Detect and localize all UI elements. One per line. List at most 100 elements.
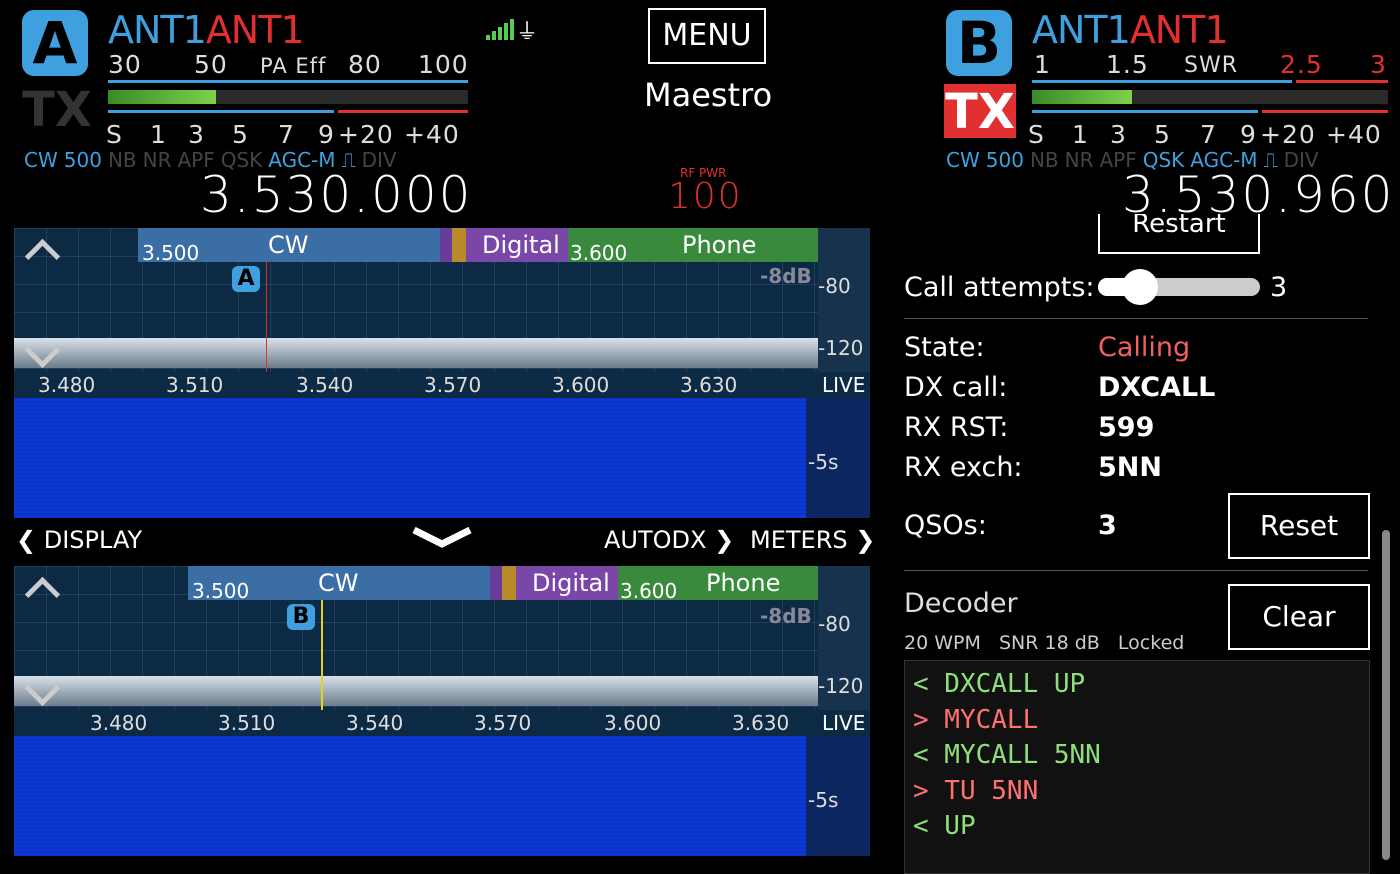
vfo-a-tune-line [266,262,267,372]
vfo-a-rx-antenna[interactable]: ANT1 [108,8,207,52]
meters-label: METERS [750,526,848,554]
panadapter-b[interactable]: 3.500 CW Digital 3.600 Phone -8dB -80 -1… [14,566,870,710]
pan-scale-label: -120 [818,674,864,698]
state-value: Calling [1098,332,1191,363]
meter-label: 9 [318,120,335,149]
band-segment-cw: 3.500 CW [138,228,440,265]
status-indicator[interactable]: NR [143,148,172,172]
meter-label: 50 [194,50,228,79]
status-indicator[interactable]: CW [24,148,58,172]
vfo-b-marker[interactable]: B [287,604,315,630]
vfo-b-meter-bottom-line [1032,110,1258,113]
autodx-nav-button[interactable]: AUTODX ❯ [604,526,734,554]
right-panel-scrollbar[interactable] [1382,530,1390,860]
freq-tick-label: 3.600 [552,373,610,397]
waterfall-a-scale: -5s [806,398,870,518]
clear-button[interactable]: Clear [1228,584,1370,650]
rx-rst-label: RX RST: [904,412,1009,443]
qsos-label: QSOs: [904,510,987,541]
decoder-rx-line: < DXCALL UP [913,669,1086,699]
waterfall-time-label: -5s [808,788,839,812]
decoder-stats: 20 WPM SNR 18 dB Locked [904,632,1185,654]
chevron-left-icon: ❮ [16,526,37,554]
freq-tick-label: 3.540 [346,711,404,735]
app-title: Maestro [644,76,773,114]
freq-tick-label: 3.540 [296,373,354,397]
freq-tick-label: 3.570 [474,711,532,735]
meter-label: +40 [1326,120,1382,149]
vfo-b-badge[interactable]: B [946,10,1012,76]
collapse-chevron-down-icon[interactable] [410,520,474,550]
panadapter-a[interactable]: 3.500 CW Digital 3.600 Phone -8dB -80 -1… [14,228,870,372]
meter-label: 30 [108,50,142,79]
divider [904,318,1368,319]
slider-thumb[interactable] [1122,269,1158,305]
pan-gain-label[interactable]: -8dB [760,604,812,628]
band-segment-phone: 3.600 Phone [618,566,818,603]
vfo-b-tx-antenna[interactable]: ANT1 [1130,8,1229,52]
band-phone-label: Phone [706,569,781,597]
vfo-b-meter-bottom-scale: S 1 3 5 7 9 +20 +40 [1028,120,1396,150]
waterfall-b[interactable] [14,736,806,856]
meter-label: +20 [1260,120,1316,149]
meter-label: 1 [1034,50,1051,79]
rx-exch-label: RX exch: [904,452,1023,483]
band-start-label: 3.600 [620,579,678,603]
vfo-a-meter-top-scale: 30 50 PA Eff 80 100 [108,50,468,80]
meter-label: 1.5 [1106,50,1149,79]
waterfall-a[interactable] [14,398,806,518]
freq-tick-label: 3.630 [680,373,738,397]
restart-button[interactable]: Restart [1098,214,1260,254]
vfo-a-marker[interactable]: A [232,266,260,292]
band-segment-digital: Digital [516,566,618,600]
chevron-right-icon: ❯ [855,526,876,554]
freq-tick-label: 3.480 [90,711,148,735]
band-start-label: 3.500 [192,579,250,603]
noise-floor [14,338,818,368]
live-label[interactable]: LIVE [822,373,865,397]
band-segment-beacon [502,566,516,600]
meters-nav-button[interactable]: METERS ❯ [750,526,875,554]
freq-tick-label: 3.510 [166,373,224,397]
meter-label: 2.5 [1280,50,1323,79]
freq-tick-label: 3.600 [604,711,662,735]
vfo-b-antenna[interactable]: ANT1ANT1 [1032,8,1229,52]
status-indicator[interactable]: NB [1030,148,1059,172]
live-label[interactable]: LIVE [822,711,865,735]
rf-power-value[interactable]: 100 [668,176,743,217]
status-indicator[interactable]: NB [108,148,137,172]
band-start-label: 3.600 [570,241,628,265]
meter-label: 80 [348,50,382,79]
rx-exch-value: 5NN [1098,452,1162,483]
band-cw-label: CW [318,569,359,597]
vfo-b-tx-indicator: TX [944,84,1016,140]
status-indicator[interactable]: 500 [986,148,1024,172]
meter-label: 9 [1240,120,1257,149]
call-attempts-slider[interactable] [1098,269,1260,305]
meter-label: 5 [1154,120,1171,149]
status-indicator[interactable]: CW [946,148,980,172]
autodx-label: AUTODX [604,526,707,554]
band-segment-gap [440,228,452,262]
signal-strength-icon [486,18,516,40]
vfo-a-tx-antenna[interactable]: ANT1 [206,8,305,52]
reset-button[interactable]: Reset [1228,493,1370,559]
chevron-right-icon: ❯ [714,526,735,554]
pan-gain-label[interactable]: -8dB [760,264,812,288]
meter-label: 3 [188,120,205,149]
meter-label: S [1028,120,1045,149]
vfo-a-frequency[interactable]: 3.530.000 [200,166,472,224]
decoder-log[interactable]: < DXCALL UP > MYCALL < MYCALL 5NN > TU 5NN <… [904,660,1370,874]
vfo-a-meter-bottom-line [108,110,334,113]
vfo-a-antenna[interactable]: ANT1ANT1 [108,8,305,52]
vfo-a-badge[interactable]: A [22,10,88,76]
freq-tick-label: 3.630 [732,711,790,735]
vfo-b-rx-antenna[interactable]: ANT1 [1032,8,1131,52]
display-nav-button[interactable]: ❮ DISPLAY [16,526,142,554]
status-indicator[interactable]: NR [1065,148,1094,172]
menu-button[interactable]: MENU [648,8,766,64]
status-indicator[interactable]: 500 [64,148,102,172]
state-label: State: [904,332,985,363]
vfo-a-tx-indicator: TX [22,82,92,138]
panadapter-b-axis: 3.480 3.510 3.540 3.570 3.600 3.630 LIVE [14,710,870,736]
